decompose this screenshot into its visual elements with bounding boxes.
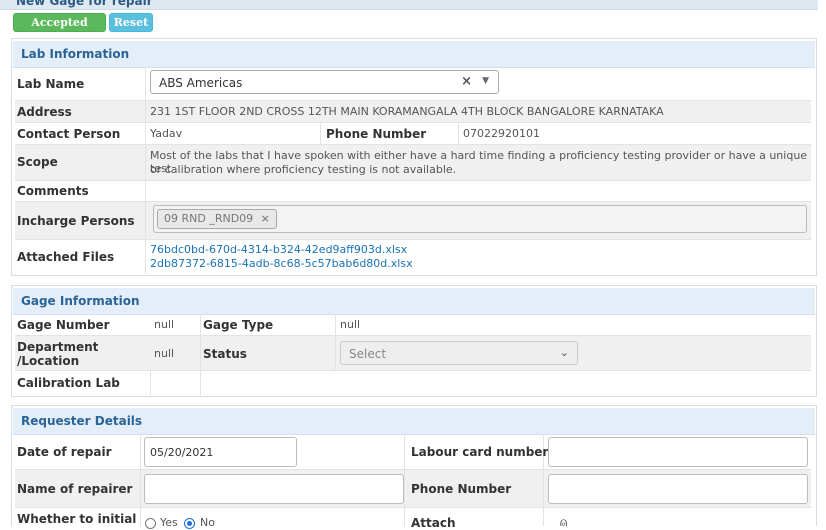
page-title: New Gage for repair [16,0,153,8]
requester-phone-label: Phone Number [411,482,512,496]
date-of-repair-input[interactable]: 05/20/2021 [144,437,297,467]
clear-icon[interactable]: × [461,74,472,89]
reset-button[interactable]: Reset [109,13,153,32]
attached-file-link[interactable]: 76bdc0bd-670d-4314-b324-42ed9aff903d.xls… [150,243,407,256]
scope-text-line-2: or calibration where proficiency testing… [150,163,457,176]
yes-radio-label: Yes [160,516,178,529]
yes-radio[interactable] [145,518,156,529]
scope-label: Scope [17,155,58,169]
date-of-repair-value: 05/20/2021 [150,446,214,459]
lab-name-select[interactable]: ABS Americas × ▼ [150,70,499,94]
gage-type-label: Gage Type [203,318,274,332]
gage-number-label: Gage Number [17,318,110,332]
lab-information-header: Lab Information [13,41,815,68]
labour-card-label: Labour card number [411,445,549,459]
whether-to-initial-label: Whether to initial [17,512,137,526]
phone-number-label: Phone Number [326,127,427,141]
name-of-repairer-input[interactable] [144,474,404,504]
attached-file-link[interactable]: 2db87372-6815-4adb-8c68-5c57bab6d80d.xls… [150,257,413,270]
remove-tag-icon[interactable]: × [261,212,270,225]
status-select[interactable]: Select ⌄ [340,341,578,365]
incharge-persons-label: Incharge Persons [17,214,135,228]
labour-card-input[interactable] [548,437,808,467]
requester-phone-input[interactable] [548,474,808,504]
status-select-value: Select [349,347,387,361]
requester-details-header: Requester Details [13,408,815,435]
paperclip-icon[interactable]: ⍝ [560,515,567,530]
address-label: Address [17,105,72,119]
attach-label: Attach [411,516,456,530]
attached-files-row [15,240,811,274]
comments-label: Comments [17,184,89,198]
department-value: null [154,347,175,360]
status-label: Status [203,347,247,361]
calibration-lab-row [15,371,811,395]
chevron-down-icon[interactable]: ⌄ [560,346,569,359]
name-of-repairer-label: Name of repairer [17,482,133,496]
accepted-gage-button[interactable]: Accepted Gage [13,13,106,47]
address-value: 231 1ST FLOOR 2ND CROSS 12TH MAIN KORAMA… [150,105,664,118]
page-header: New Gage for repair [0,0,818,10]
comments-row [15,181,811,202]
contact-person-label: Contact Person [17,127,121,141]
gage-number-row [15,314,811,336]
incharge-persons-select[interactable]: 09 RND _RND09 × [153,205,807,233]
requester-details-title: Requester Details [21,414,143,428]
chevron-down-icon[interactable]: ▼ [482,76,489,86]
no-radio[interactable] [184,518,195,529]
gage-information-title: Gage Information [21,294,140,308]
gage-number-value: null [154,318,175,331]
date-of-repair-label: Date of repair [17,445,112,459]
incharge-person-name: 09 RND _RND09 [164,212,254,225]
contact-person-value: Yadav [150,127,183,140]
calibration-lab-label: Calibration Lab [17,376,120,390]
gage-information-header: Gage Information [13,288,815,315]
attached-files-label: Attached Files [17,250,115,264]
lab-name-value: ABS Americas [159,76,243,90]
department-label: Department [17,340,99,354]
phone-number-value: 07022920101 [463,127,540,140]
incharge-person-tag: 09 RND _RND09 × [157,209,277,229]
lab-information-title: Lab Information [21,47,130,61]
no-radio-label: No [200,516,215,529]
gage-type-value: null [340,318,361,331]
lab-name-label: Lab Name [17,77,85,91]
location-label: /Location [17,354,80,368]
